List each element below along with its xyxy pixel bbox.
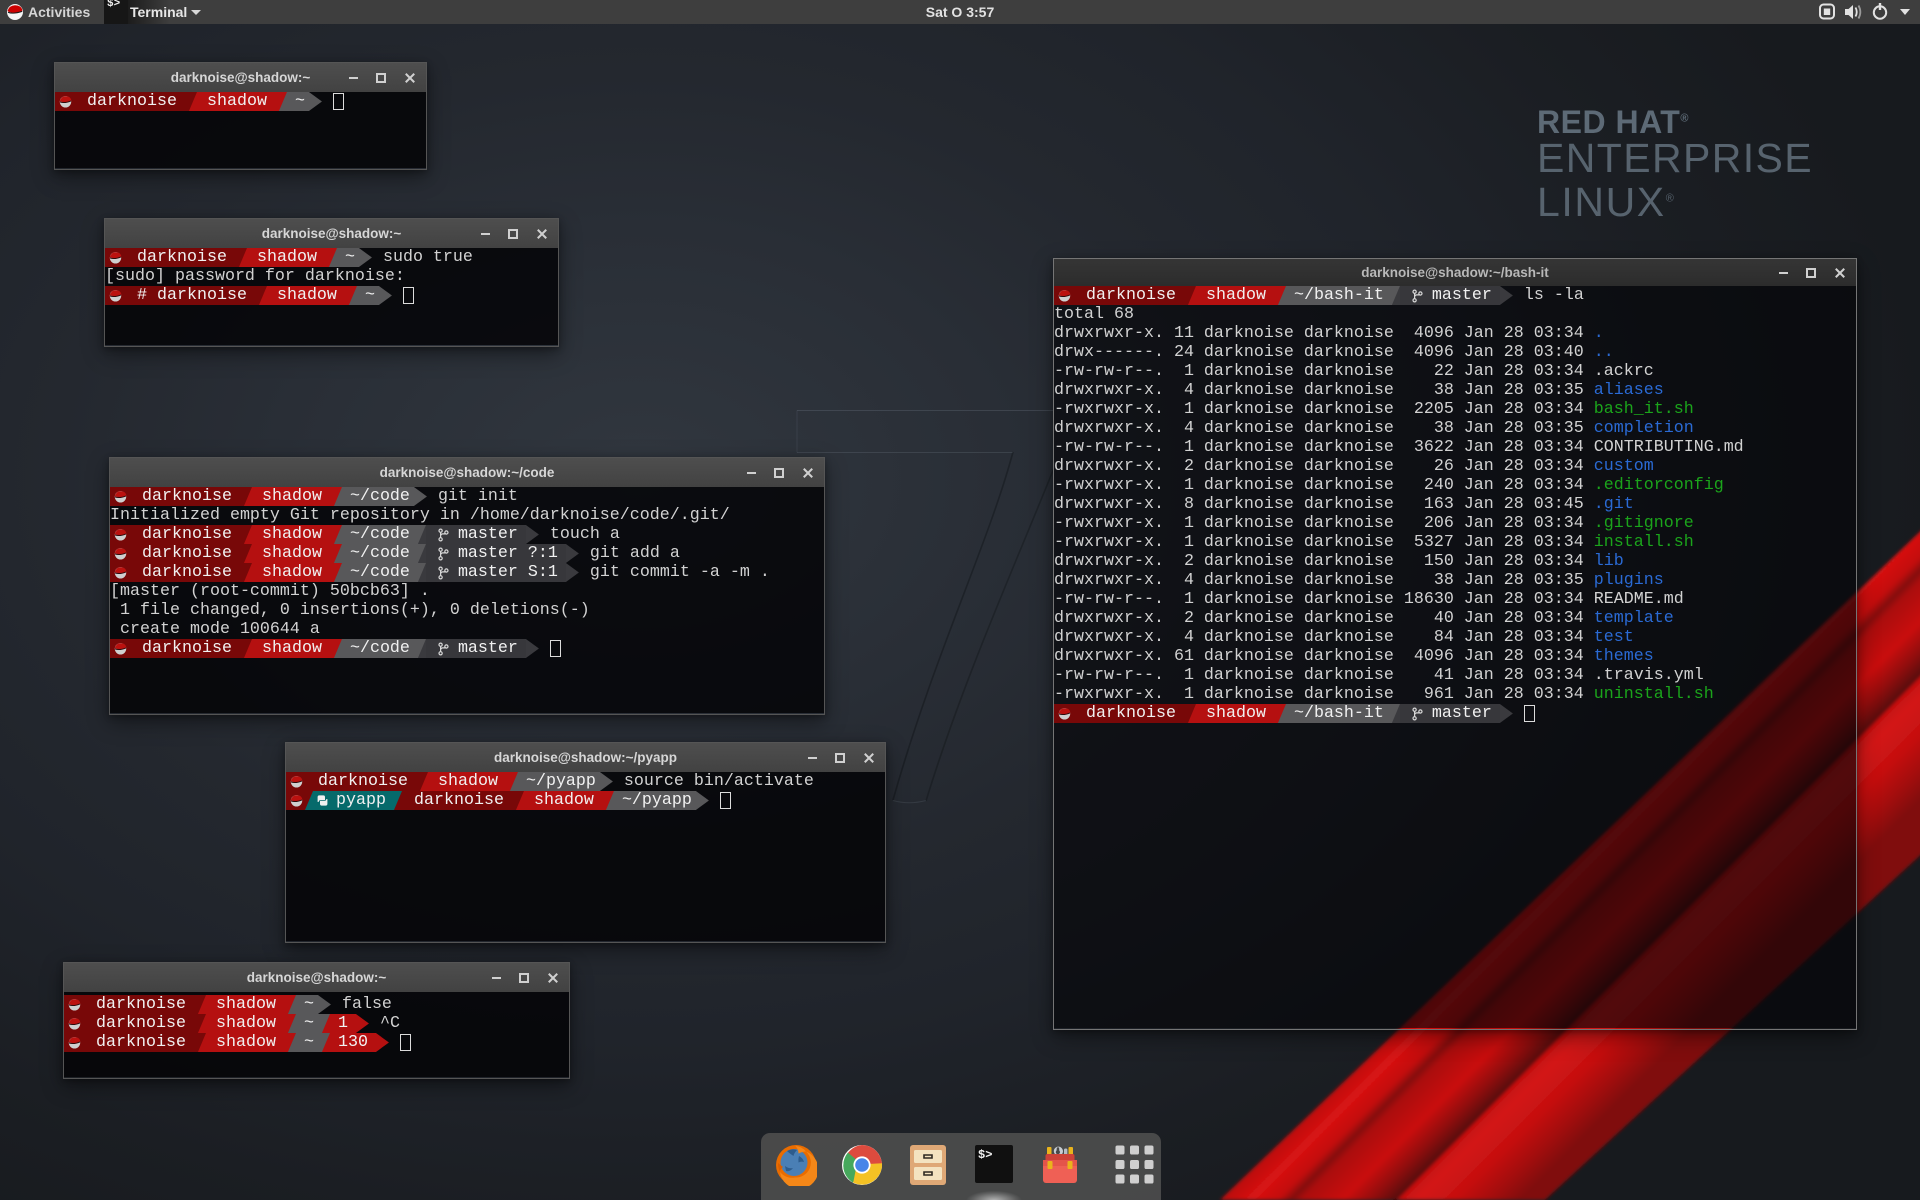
svg-text:$>: $> <box>978 1148 992 1162</box>
